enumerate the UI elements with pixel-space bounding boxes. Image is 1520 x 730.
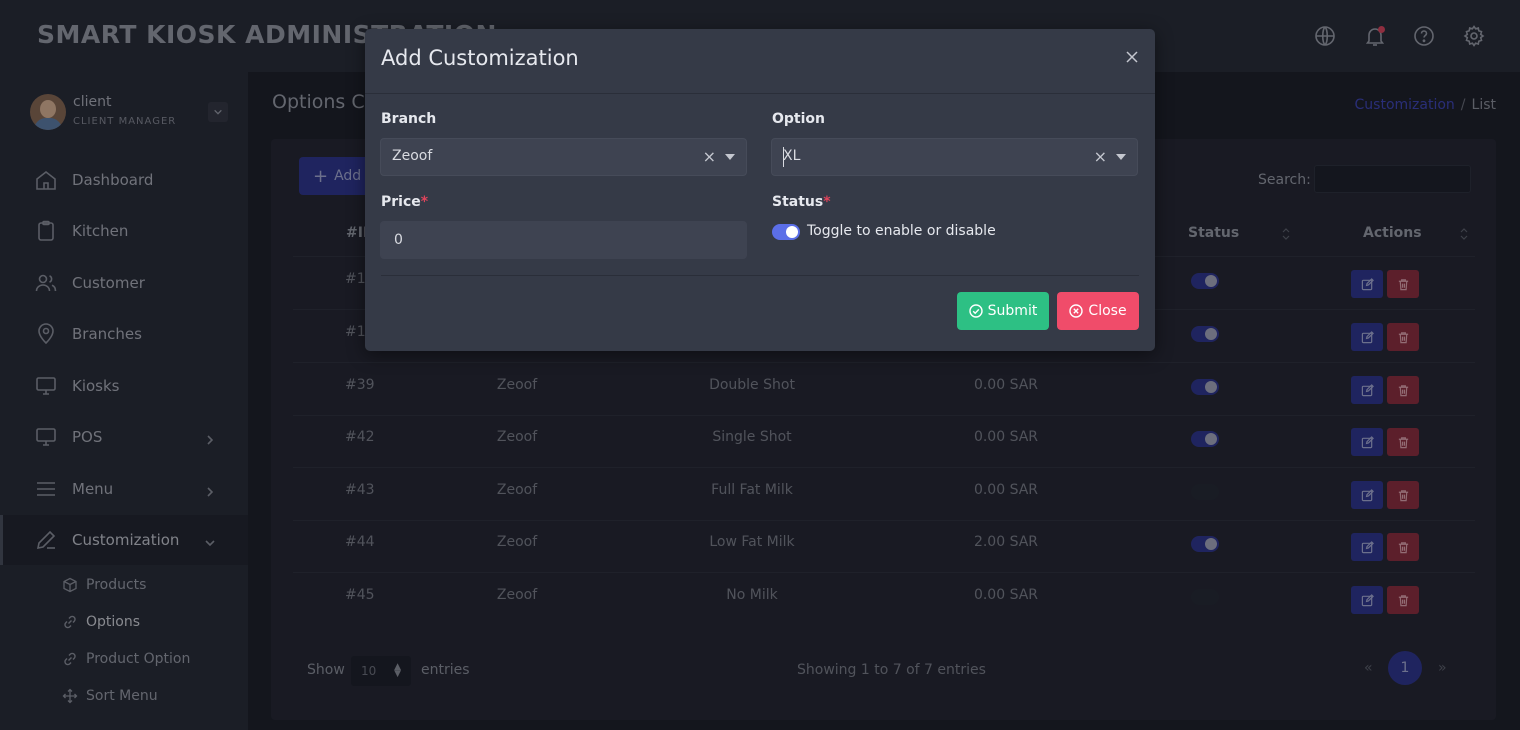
required-mark: * xyxy=(823,194,831,210)
clear-icon[interactable]: × xyxy=(703,147,716,166)
price-input-value: 0 xyxy=(394,232,403,248)
toggle-knob xyxy=(786,226,798,238)
branch-select[interactable]: Zeoof × xyxy=(380,138,747,176)
price-input[interactable]: 0 xyxy=(380,221,747,259)
close-button[interactable]: Close xyxy=(1057,292,1139,330)
modal-title: Add Customization xyxy=(381,46,579,70)
caret-down-icon xyxy=(1116,154,1126,160)
option-select-value: XL xyxy=(783,148,801,164)
modal-header-divider xyxy=(365,93,1155,94)
add-customization-modal: Add Customization Branch Zeoof × Option … xyxy=(365,29,1155,351)
branch-select-value: Zeoof xyxy=(392,148,433,164)
submit-label: Submit xyxy=(987,303,1038,319)
required-mark: * xyxy=(420,194,429,210)
submit-button[interactable]: Submit xyxy=(957,292,1049,330)
branch-label: Branch xyxy=(381,111,437,127)
check-circle-icon xyxy=(968,304,983,318)
clear-icon[interactable]: × xyxy=(1094,147,1107,166)
option-select[interactable]: XL × xyxy=(771,138,1138,176)
status-label: Status* xyxy=(772,194,831,210)
x-circle-icon xyxy=(1069,304,1084,318)
status-toggle-label: Toggle to enable or disable xyxy=(807,223,996,239)
option-label: Option xyxy=(772,111,825,127)
close-label: Close xyxy=(1088,303,1127,319)
caret-down-icon xyxy=(725,154,735,160)
close-icon[interactable] xyxy=(1125,49,1139,63)
price-label-text: Price xyxy=(381,194,421,210)
status-label-text: Status xyxy=(772,194,824,210)
modal-footer-divider xyxy=(381,275,1139,276)
price-label: Price* xyxy=(381,194,428,210)
status-toggle[interactable] xyxy=(772,224,800,240)
